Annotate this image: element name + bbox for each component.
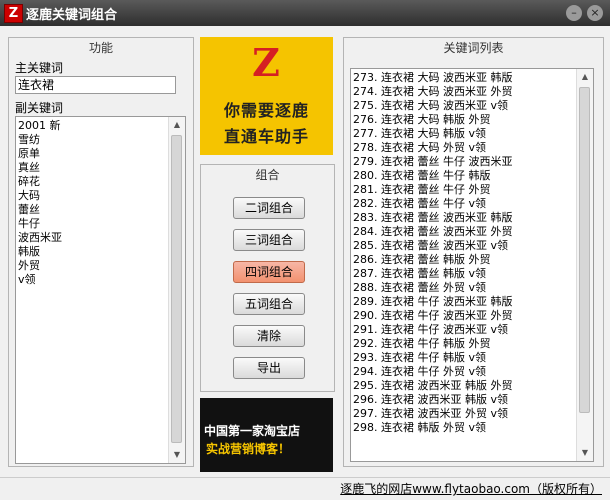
ad-line2: 实战营销博客！	[206, 442, 291, 456]
four-word-combine-button[interactable]: 四词组合	[233, 261, 305, 283]
status-link[interactable]: 逐鹿飞的网店www.flytaobao.com（版权所有）	[340, 480, 602, 497]
list-item[interactable]: 292. 连衣裙 牛仔 韩版 外贸	[353, 337, 512, 351]
list-item[interactable]: 287. 连衣裙 蕾丝 韩版 v领	[353, 267, 512, 281]
keyword-list-title: 关键词列表	[443, 41, 504, 55]
title-bar: Z 逐鹿关键词组合 – ×	[0, 0, 610, 26]
app-icon: Z	[4, 4, 23, 23]
list-item[interactable]: 碎花	[18, 175, 62, 189]
clear-button[interactable]: 清除	[233, 325, 305, 347]
two-word-combine-button[interactable]: 二词组合	[233, 197, 305, 219]
list-item[interactable]: 298. 连衣裙 韩版 外贸 v领	[353, 421, 512, 435]
export-button[interactable]: 导出	[233, 357, 305, 379]
list-item[interactable]: 牛仔	[18, 217, 62, 231]
list-item[interactable]: 外贸	[18, 259, 62, 273]
ad-line1: 中国第一家淘宝店	[204, 424, 301, 438]
scroll-up-arrow-icon[interactable]: ▲	[169, 117, 185, 133]
list-item[interactable]: v领	[18, 273, 62, 287]
ad-banner[interactable]: 中国第一家淘宝店 实战营销博客！	[200, 398, 333, 472]
list-item[interactable]: 275. 连衣裙 大码 波西米亚 v领	[353, 99, 512, 113]
list-item[interactable]: 大码	[18, 189, 62, 203]
main-keyword-label: 主关键词	[15, 61, 64, 75]
list-item[interactable]: 280. 连衣裙 蕾丝 牛仔 韩版	[353, 169, 512, 183]
five-word-combine-button[interactable]: 五词组合	[233, 293, 305, 315]
list-item[interactable]: 282. 连衣裙 蕾丝 牛仔 v领	[353, 197, 512, 211]
main-keyword-input[interactable]: 连衣裙	[15, 76, 176, 94]
logo-z-icon: Z	[252, 40, 280, 85]
list-item[interactable]: 277. 连衣裙 大码 韩版 v领	[353, 127, 512, 141]
list-item[interactable]: 原单	[18, 147, 62, 161]
status-bar: 逐鹿飞的网店www.flytaobao.com（版权所有）	[0, 477, 610, 500]
list-item[interactable]: 297. 连衣裙 波西米亚 外贸 v领	[353, 407, 512, 421]
list-item[interactable]: 真丝	[18, 161, 62, 175]
list-item[interactable]: 288. 连衣裙 蕾丝 外贸 v领	[353, 281, 512, 295]
list-item[interactable]: 289. 连衣裙 牛仔 波西米亚 韩版	[353, 295, 512, 309]
scroll-thumb[interactable]	[579, 87, 590, 413]
minimize-button[interactable]: –	[566, 5, 582, 21]
list-item[interactable]: 278. 连衣裙 大码 外贸 v领	[353, 141, 512, 155]
list-item[interactable]: 295. 连衣裙 波西米亚 韩版 外贸	[353, 379, 512, 393]
list-item[interactable]: 274. 连衣裙 大码 波西米亚 外贸	[353, 85, 512, 99]
keyword-result-items: 273. 连衣裙 大码 波西米亚 韩版 274. 连衣裙 大码 波西米亚 外贸 27…	[353, 71, 512, 435]
list-item[interactable]: 293. 连衣裙 牛仔 韩版 v领	[353, 351, 512, 365]
logo-banner: Z 你需要逐鹿 直通车助手	[200, 37, 333, 155]
logo-line1: 你需要逐鹿	[223, 101, 309, 120]
scroll-thumb[interactable]	[171, 135, 182, 443]
list-item[interactable]: 290. 连衣裙 牛仔 波西米亚 外贸	[353, 309, 512, 323]
close-button[interactable]: ×	[587, 5, 603, 21]
combine-panel-title: 组合	[255, 168, 280, 182]
list-item[interactable]: 279. 连衣裙 蕾丝 牛仔 波西米亚	[353, 155, 512, 169]
keyword-result-scrollbar[interactable]: ▲ ▼	[576, 69, 593, 461]
list-item[interactable]: 283. 连衣裙 蕾丝 波西米亚 韩版	[353, 211, 512, 225]
scroll-down-arrow-icon[interactable]: ▼	[577, 445, 593, 461]
list-item[interactable]: 2001 新	[18, 119, 62, 133]
list-item[interactable]: 286. 连衣裙 蕾丝 韩版 外贸	[353, 253, 512, 267]
function-panel-title: 功能	[88, 41, 113, 55]
sub-keywords-scrollbar[interactable]: ▲ ▼	[168, 117, 185, 463]
sub-keywords-items: 2001 新雪纺 原单 真丝 碎花 大码 蕾丝 牛仔 波西米亚 韩版 外贸 v领	[18, 119, 62, 287]
sub-keywords-list[interactable]: 2001 新雪纺 原单 真丝 碎花 大码 蕾丝 牛仔 波西米亚 韩版 外贸 v领 ▲ ▼	[15, 116, 186, 464]
sub-keywords-label: 副关键词	[15, 101, 64, 115]
list-item[interactable]: 296. 连衣裙 波西米亚 韩版 v领	[353, 393, 512, 407]
scroll-up-arrow-icon[interactable]: ▲	[577, 69, 593, 85]
window-title: 逐鹿关键词组合	[26, 8, 118, 23]
list-item[interactable]: 281. 连衣裙 蕾丝 牛仔 外贸	[353, 183, 512, 197]
list-item[interactable]: 291. 连衣裙 牛仔 波西米亚 v领	[353, 323, 512, 337]
list-item[interactable]: 273. 连衣裙 大码 波西米亚 韩版	[353, 71, 512, 85]
keyword-result-list[interactable]: 273. 连衣裙 大码 波西米亚 韩版 274. 连衣裙 大码 波西米亚 外贸 27…	[350, 68, 594, 462]
list-item[interactable]: 284. 连衣裙 蕾丝 波西米亚 外贸	[353, 225, 512, 239]
scroll-down-arrow-icon[interactable]: ▼	[169, 447, 185, 463]
list-item[interactable]: 294. 连衣裙 牛仔 外贸 v领	[353, 365, 512, 379]
list-item[interactable]: 雪纺	[18, 133, 62, 147]
list-item[interactable]: 285. 连衣裙 蕾丝 波西米亚 v领	[353, 239, 512, 253]
list-item[interactable]: 276. 连衣裙 大码 韩版 外贸	[353, 113, 512, 127]
logo-line2: 直通车助手	[223, 127, 309, 146]
three-word-combine-button[interactable]: 三词组合	[233, 229, 305, 251]
list-item[interactable]: 波西米亚	[18, 231, 62, 245]
list-item[interactable]: 韩版	[18, 245, 62, 259]
list-item[interactable]: 蕾丝	[18, 203, 62, 217]
